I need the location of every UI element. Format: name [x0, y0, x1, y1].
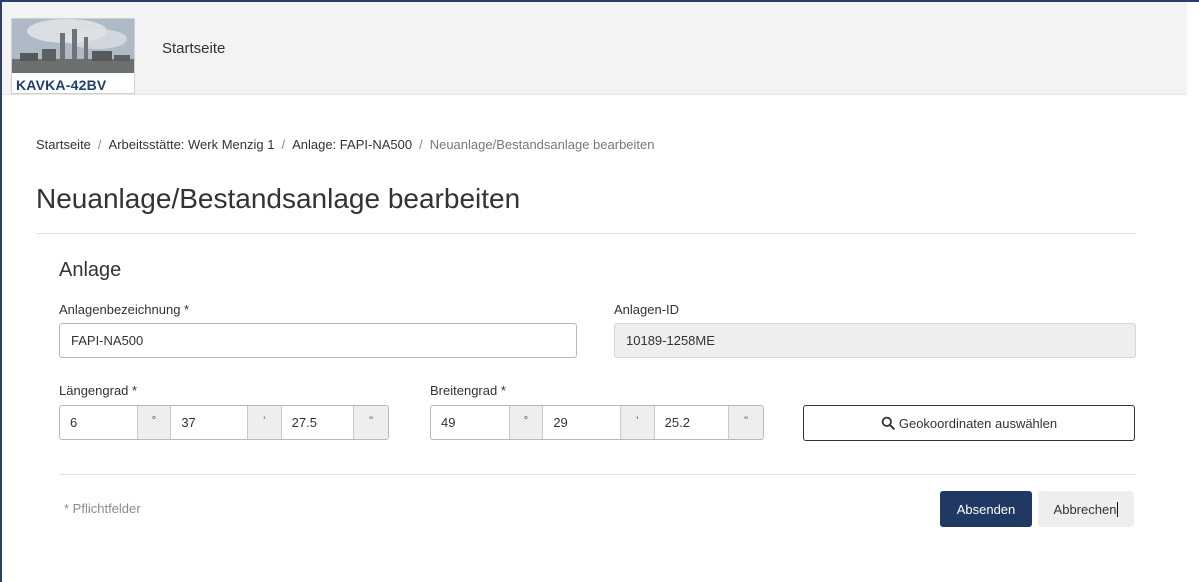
nav-home-link[interactable]: Startseite [162, 40, 225, 57]
submit-button-label: Absenden [956, 501, 1016, 517]
search-icon [881, 416, 895, 430]
latitude-minutes-input[interactable]: 29 [543, 406, 620, 439]
logo-text: KAVKA-42BV [16, 77, 107, 93]
latitude-input-group: 49 ° 29 ' 25.2 " [430, 405, 764, 440]
anlagenbezeichnung-input[interactable]: FAPI-NA500 [59, 323, 577, 358]
text-cursor [1117, 501, 1119, 517]
breadcrumb: Startseite / Arbeitsstätte: Werk Menzig 1 /… [36, 137, 655, 152]
longitude-seconds-input[interactable]: 27.5 [282, 406, 354, 439]
latitude-degrees-input[interactable]: 49 [431, 406, 509, 439]
latitude-seconds-input[interactable]: 25.2 [655, 406, 729, 439]
cancel-button[interactable]: Abbrechen [1038, 491, 1134, 527]
breadcrumb-separator: / [281, 137, 286, 152]
breadcrumb-separator: / [419, 137, 423, 152]
longitude-label: Längengrad * [59, 383, 138, 398]
second-unit: " [728, 406, 763, 439]
breadcrumb-item-anlage[interactable]: Anlage: FAPI-NA500 [292, 137, 412, 152]
required-fields-note: * Pflichtfelder [64, 501, 141, 516]
app-logo[interactable]: KAVKA-42BV [11, 18, 135, 94]
minute-unit: ' [246, 406, 282, 439]
anlagen-id-field: 10189-1258ME [614, 323, 1136, 358]
logo-image [12, 19, 134, 73]
degree-unit: ° [508, 406, 544, 439]
page-title: Neuanlage/Bestandsanlage bearbeiten [36, 183, 521, 214]
select-geocoordinates-button[interactable]: Geokoordinaten auswählen [803, 405, 1135, 441]
submit-button[interactable]: Absenden [940, 491, 1032, 527]
breadcrumb-item-arbeitsstaette[interactable]: Arbeitsstätte: Werk Menzig 1 [109, 137, 275, 152]
section-title: Anlage [59, 259, 122, 281]
latitude-label: Breitengrad * [430, 383, 506, 398]
id-label: Anlagen-ID [614, 302, 680, 317]
cancel-button-label: Abbrechen [1053, 501, 1117, 517]
geo-button-label: Geokoordinaten auswählen [898, 415, 1058, 431]
breadcrumb-current: Neuanlage/Bestandsanlage bearbeiten [429, 137, 655, 152]
minute-unit: ' [619, 406, 655, 439]
longitude-degrees-input[interactable]: 6 [60, 406, 137, 439]
degree-unit: ° [136, 406, 172, 439]
breadcrumb-item-startseite[interactable]: Startseite [36, 137, 91, 152]
second-unit: " [353, 406, 388, 439]
breadcrumb-separator: / [97, 137, 102, 152]
app-header: KAVKA-42BV Startseite [2, 2, 1187, 95]
divider [59, 474, 1136, 475]
name-label: Anlagenbezeichnung * [59, 302, 190, 317]
divider [36, 233, 1136, 234]
longitude-input-group: 6 ° 37 ' 27.5 " [59, 405, 389, 440]
longitude-minutes-input[interactable]: 37 [171, 406, 247, 439]
